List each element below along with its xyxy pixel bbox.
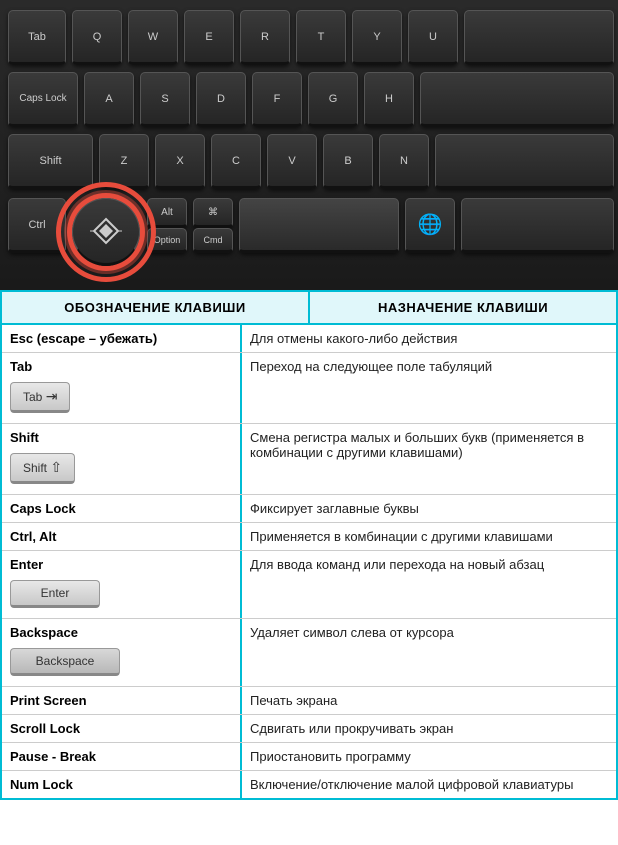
table-row: Backspace Backspace Удаляет символ слева…: [2, 619, 616, 687]
key-shift: Shift: [8, 134, 93, 189]
table-header: ОБОЗНАЧЕНИЕ КЛАВИШИ НАЗНАЧЕНИЕ КЛАВИШИ: [2, 292, 616, 325]
key-cmd: Cmd: [193, 228, 233, 253]
key-h: H: [364, 72, 414, 127]
key-alt: Alt: [147, 198, 187, 228]
key-d: D: [196, 72, 246, 127]
key-name-cell: Enter Enter: [2, 551, 242, 618]
key-desc-cell: Для ввода команд или перехода на новый а…: [242, 551, 616, 618]
key-s: S: [140, 72, 190, 127]
key-right-row2: [420, 72, 614, 127]
header-key-purpose: НАЗНАЧЕНИЕ КЛАВИШИ: [310, 292, 616, 323]
key-x: X: [155, 134, 205, 189]
key-name-cell: Pause - Break: [2, 743, 242, 770]
enter-key-image: Enter: [10, 580, 100, 608]
key-ctrl: Ctrl: [8, 198, 66, 253]
key-desc-cell: Для отмены какого-либо действия: [242, 325, 616, 352]
key-desc-cell: Включение/отключение малой цифровой клав…: [242, 771, 616, 798]
key-r: R: [240, 10, 290, 65]
table-row: Esc (escape – убежать) Для отмены какого…: [2, 325, 616, 353]
key-w: W: [128, 10, 178, 65]
key-desc-cell: Печать экрана: [242, 687, 616, 714]
key-name-cell: Print Screen: [2, 687, 242, 714]
key-desc-cell: Смена регистра малых и больших букв (при…: [242, 424, 616, 494]
table-row: Print Screen Печать экрана: [2, 687, 616, 715]
table-row: Shift Shift ⇧ Смена регистра малых и бол…: [2, 424, 616, 495]
key-e: E: [184, 10, 234, 65]
key-n: N: [379, 134, 429, 189]
backspace-key-image: Backspace: [10, 648, 120, 676]
key-g: G: [308, 72, 358, 127]
key-desc-cell: Применяется в комбинации с другими клави…: [242, 523, 616, 550]
table-row: Ctrl, Alt Применяется в комбинации с дру…: [2, 523, 616, 551]
key-name-cell: Shift Shift ⇧: [2, 424, 242, 494]
table-row: Tab Tab ⇥ Переход на следующее поле табу…: [2, 353, 616, 424]
key-name-cell: Tab Tab ⇥: [2, 353, 242, 423]
key-name-cell: Ctrl, Alt: [2, 523, 242, 550]
tab-key-image: Tab ⇥: [10, 382, 70, 413]
key-desc-cell: Фиксирует заглавные буквы: [242, 495, 616, 522]
table-row: Scroll Lock Сдвигать или прокручивать эк…: [2, 715, 616, 743]
key-space: [239, 198, 399, 253]
key-desc-cell: Приостановить программу: [242, 743, 616, 770]
key-y: Y: [352, 10, 402, 65]
key-desc-cell: Переход на следующее поле табуляций: [242, 353, 616, 423]
key-name-cell: Num Lock: [2, 771, 242, 798]
header-key-name: ОБОЗНАЧЕНИЕ КЛАВИШИ: [2, 292, 310, 323]
key-right-row3: [435, 134, 614, 189]
key-caps-lock: Caps Lock: [8, 72, 78, 127]
key-globe: 🌐: [405, 198, 455, 253]
key-v: V: [267, 134, 317, 189]
key-tab: Tab: [8, 10, 66, 65]
key-option-highlighted: [72, 198, 140, 266]
key-t: T: [296, 10, 346, 65]
key-z: Z: [99, 134, 149, 189]
option-key-icon: [90, 215, 122, 247]
key-desc-cell: Удаляет символ слева от курсора: [242, 619, 616, 686]
key-desc-cell: Сдвигать или прокручивать экран: [242, 715, 616, 742]
table-row: Pause - Break Приостановить программу: [2, 743, 616, 771]
key-name-cell: Caps Lock: [2, 495, 242, 522]
key-right-row4: [461, 198, 614, 253]
key-opt-label: Option: [147, 228, 187, 253]
table-row: Enter Enter Для ввода команд или переход…: [2, 551, 616, 619]
table-row: Num Lock Включение/отключение малой цифр…: [2, 771, 616, 798]
table-row: Caps Lock Фиксирует заглавные буквы: [2, 495, 616, 523]
key-name-cell: Esc (escape – убежать): [2, 325, 242, 352]
key-cmd-symbol: ⌘: [193, 198, 233, 228]
keyboard-image: Tab Q W E R T Y U Caps Lock A S D F G H: [0, 0, 618, 290]
key-c: C: [211, 134, 261, 189]
key-b: B: [323, 134, 373, 189]
shift-key-image: Shift ⇧: [10, 453, 75, 484]
key-q: Q: [72, 10, 122, 65]
key-right-row1: [464, 10, 614, 65]
key-f: F: [252, 72, 302, 127]
key-a: A: [84, 72, 134, 127]
keyboard-reference-table: ОБОЗНАЧЕНИЕ КЛАВИШИ НАЗНАЧЕНИЕ КЛАВИШИ E…: [0, 290, 618, 800]
key-u: U: [408, 10, 458, 65]
key-name-cell: Backspace Backspace: [2, 619, 242, 686]
key-name-cell: Scroll Lock: [2, 715, 242, 742]
